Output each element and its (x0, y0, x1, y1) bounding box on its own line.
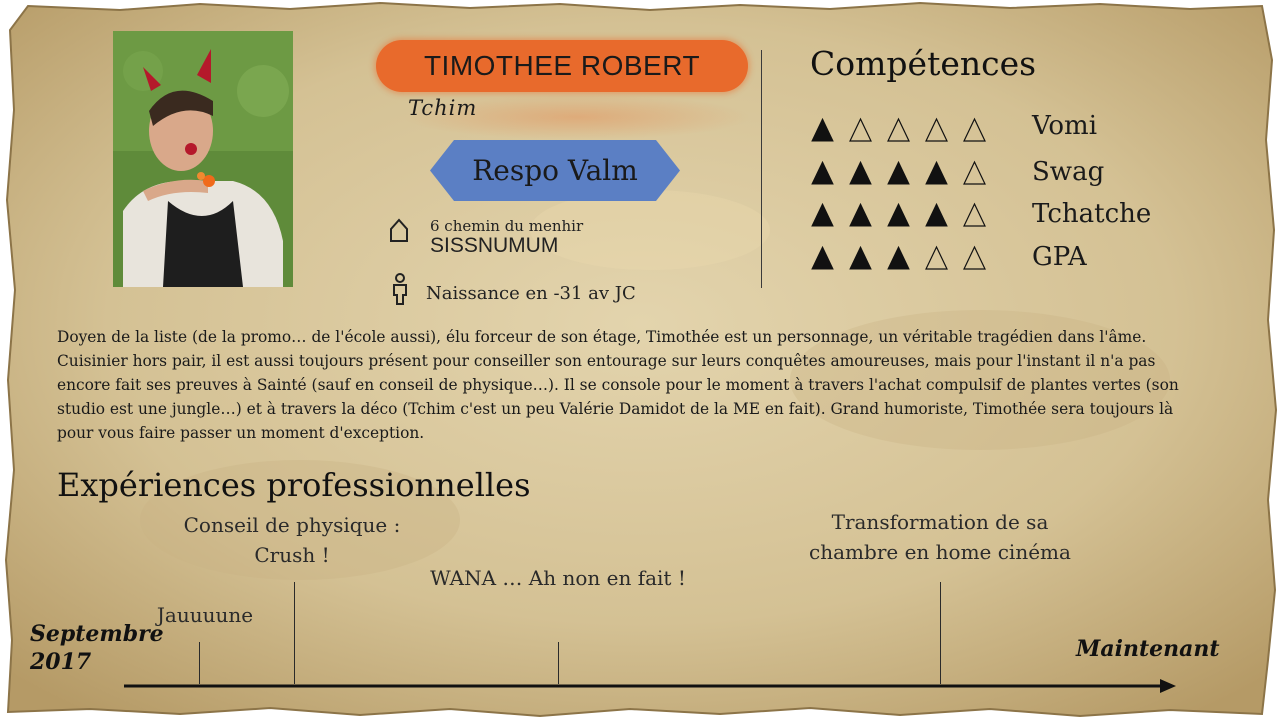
skill-label-tchatche: Tchatche (1032, 199, 1152, 229)
skills-title: Compétences (810, 44, 1037, 83)
skill-rating-vomi (810, 115, 1000, 145)
nickname: Tchim (408, 96, 478, 120)
rating-triangle-empty-icon (963, 117, 986, 142)
home-icon (390, 218, 408, 242)
skill-rating-tchatche (810, 200, 1000, 230)
skill-label-gpa: GPA (1032, 242, 1087, 272)
rating-triangle-filled-icon (887, 202, 910, 227)
profile-photo (113, 31, 293, 287)
rating-triangle-empty-icon (887, 117, 910, 142)
rating-triangle-filled-icon (811, 117, 834, 142)
timeline-tick (940, 582, 941, 684)
rating-triangle-empty-icon (849, 117, 872, 142)
timeline-start-label: Septembre 2017 (30, 621, 164, 675)
bio-paragraph: Doyen de la liste (de la promo… de l'éco… (57, 328, 1179, 442)
event-wana: WANA … Ah non en fait ! (430, 566, 686, 590)
address-line1: 6 chemin du menhir (430, 217, 584, 235)
birth-info: Naissance en -31 av JC (426, 283, 636, 304)
rating-triangle-empty-icon (963, 202, 986, 227)
rating-triangle-filled-icon (925, 202, 948, 227)
rating-triangle-filled-icon (849, 160, 872, 185)
rating-triangle-filled-icon (887, 245, 910, 270)
timeline-end-label: Maintenant (1076, 636, 1220, 662)
rating-triangle-empty-icon (963, 245, 986, 270)
rating-triangle-filled-icon (925, 160, 948, 185)
person-name: TIMOTHEE ROBERT (376, 40, 748, 92)
rating-triangle-empty-icon (963, 160, 986, 185)
person-icon (393, 273, 407, 305)
experience-title: Expériences professionnelles (57, 466, 531, 504)
rating-triangle-filled-icon (887, 160, 910, 185)
timeline-tick (294, 582, 295, 684)
skill-rating-swag (810, 158, 1000, 188)
rating-triangle-empty-icon (925, 117, 948, 142)
event-home-cinema: Transformation de sa chambre en home cin… (809, 510, 1071, 564)
rating-triangle-empty-icon (925, 245, 948, 270)
column-divider (761, 50, 762, 288)
skill-rating-gpa (810, 243, 1000, 273)
rating-triangle-filled-icon (811, 160, 834, 185)
role-label: Respo Valm (472, 154, 638, 187)
skill-label-swag: Swag (1032, 157, 1105, 187)
skill-label-vomi: Vomi (1032, 111, 1098, 141)
rating-triangle-filled-icon (811, 202, 834, 227)
event-conseil-physique: Conseil de physique : Crush ! (183, 513, 401, 567)
event-jaune: Jauuuune (156, 603, 254, 627)
rating-triangle-filled-icon (849, 202, 872, 227)
address-line2: SISSNUMUM (430, 234, 559, 257)
rating-triangle-filled-icon (811, 245, 834, 270)
timeline-arrow (124, 679, 1176, 693)
rating-triangle-filled-icon (849, 245, 872, 270)
